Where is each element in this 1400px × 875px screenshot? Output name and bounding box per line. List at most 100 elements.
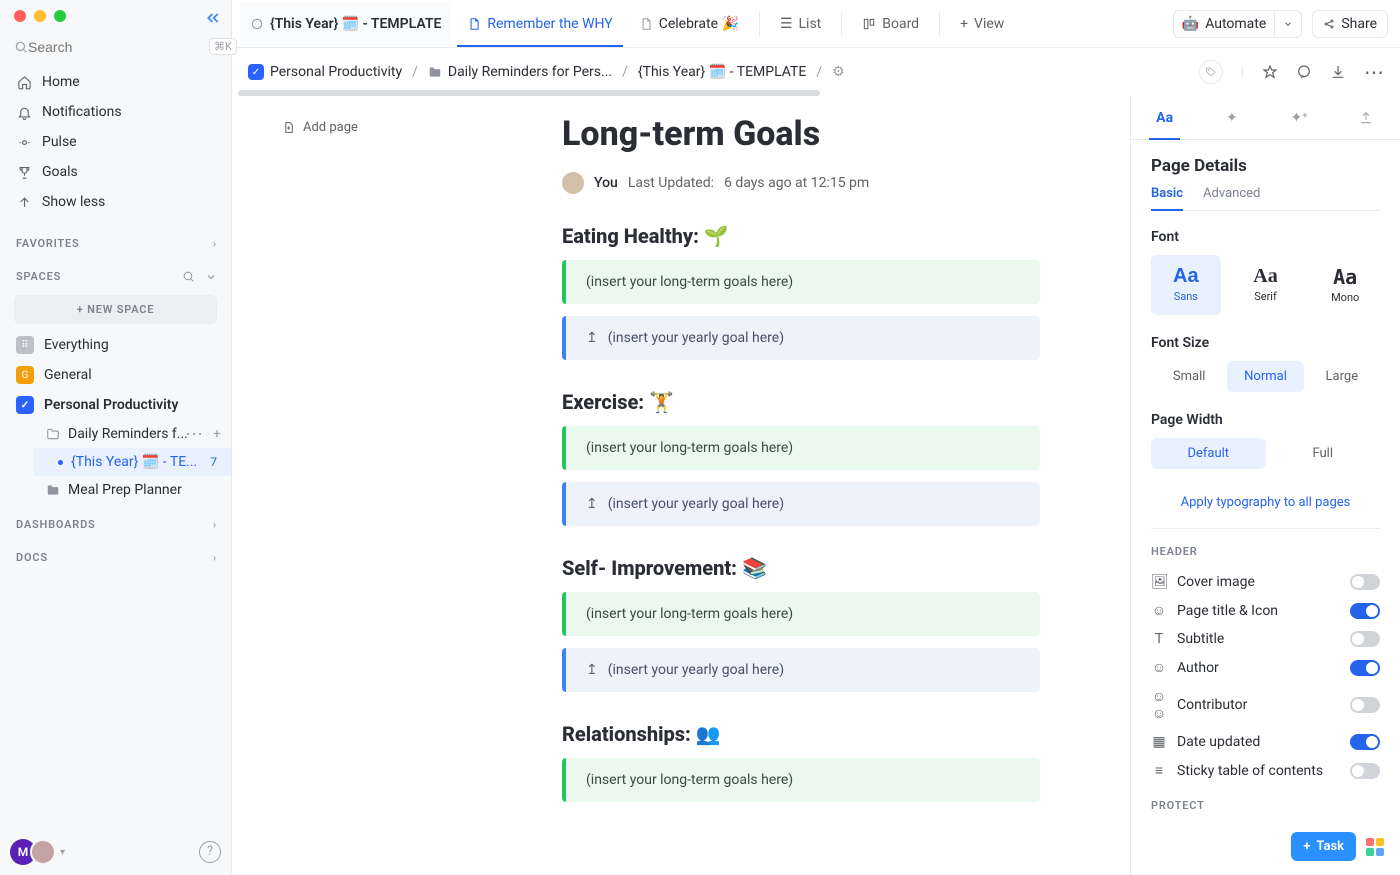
doc-icon bbox=[467, 17, 481, 31]
toggle-switch[interactable] bbox=[1350, 763, 1380, 779]
callout-yearly[interactable]: ↥(insert your yearly goal here) bbox=[562, 316, 1040, 360]
toggle-switch[interactable] bbox=[1350, 697, 1380, 713]
callout-yearly[interactable]: ↥(insert your yearly goal here) bbox=[562, 648, 1040, 692]
chevron-down-icon[interactable] bbox=[205, 271, 217, 283]
nav-notifications[interactable]: Notifications bbox=[0, 97, 231, 127]
folder-daily-reminders[interactable]: Daily Reminders f... ⋯ + bbox=[34, 420, 231, 448]
breadcrumb-folder[interactable]: Daily Reminders for Pers... bbox=[428, 64, 612, 80]
section-eating[interactable]: Eating Healthy: 🌱 bbox=[562, 224, 1040, 248]
toggle-author: ☺Author bbox=[1151, 653, 1380, 682]
automate-dropdown[interactable] bbox=[1275, 10, 1302, 38]
favorites-header[interactable]: FAVORITES› bbox=[0, 223, 231, 256]
size-large[interactable]: Large bbox=[1304, 361, 1380, 392]
font-sans[interactable]: AaSans bbox=[1151, 255, 1221, 315]
docs-header[interactable]: DOCS› bbox=[0, 537, 231, 570]
callout-longterm[interactable]: (insert your long-term goals here) bbox=[562, 260, 1040, 304]
more-icon[interactable]: ⋯ bbox=[1364, 60, 1384, 84]
share-label: Share bbox=[1341, 16, 1377, 32]
star-icon[interactable] bbox=[1262, 64, 1278, 80]
new-space-button[interactable]: + NEW SPACE bbox=[14, 295, 217, 324]
view-label: View bbox=[974, 16, 1004, 32]
separator: / bbox=[622, 64, 628, 80]
plus-icon: + bbox=[960, 16, 968, 32]
tab-this-year[interactable]: {This Year} 🗓️ - TEMPLATE bbox=[240, 2, 451, 46]
search-input[interactable] bbox=[28, 39, 209, 55]
tab-celebrate[interactable]: Celebrate 🎉 bbox=[629, 2, 749, 46]
add-page-button[interactable]: Add page bbox=[282, 120, 358, 135]
breadcrumb-doc[interactable]: {This Year} 🗓️ - TEMPLATE bbox=[638, 64, 806, 80]
collapse-sidebar-icon[interactable] bbox=[205, 10, 221, 26]
space-personal[interactable]: ✓Personal Productivity bbox=[0, 390, 231, 420]
toggle-switch[interactable] bbox=[1350, 734, 1380, 750]
view-board[interactable]: Board bbox=[852, 2, 929, 46]
add-view[interactable]: + View bbox=[950, 2, 1014, 46]
callout-longterm[interactable]: (insert your long-term goals here) bbox=[562, 758, 1040, 802]
tab-remember-why[interactable]: Remember the WHY bbox=[457, 2, 622, 46]
subtab-basic[interactable]: Basic bbox=[1151, 186, 1183, 211]
search-row[interactable]: ⌘K bbox=[0, 32, 231, 61]
callout-yearly[interactable]: ↥(insert your yearly goal here) bbox=[562, 482, 1040, 526]
callout-longterm[interactable]: (insert your long-term goals here) bbox=[562, 592, 1040, 636]
subtab-advanced[interactable]: Advanced bbox=[1203, 186, 1260, 210]
breadcrumb-space[interactable]: ✓Personal Productivity bbox=[248, 64, 402, 80]
divider bbox=[841, 12, 842, 36]
spaces-header[interactable]: SPACES bbox=[0, 256, 231, 289]
apps-icon[interactable] bbox=[1366, 838, 1384, 856]
download-icon[interactable] bbox=[1330, 64, 1346, 80]
font-mono[interactable]: AaMono bbox=[1310, 255, 1380, 315]
close-window[interactable] bbox=[14, 10, 26, 22]
section-exercise[interactable]: Exercise: 🏋️ bbox=[562, 390, 1040, 414]
maximize-window[interactable] bbox=[54, 10, 66, 22]
page-title[interactable]: Long-term Goals bbox=[562, 114, 1070, 154]
chevron-down-icon[interactable]: ▾ bbox=[60, 847, 65, 858]
comment-icon[interactable] bbox=[1296, 64, 1312, 80]
minimize-window[interactable] bbox=[34, 10, 46, 22]
dashboards-label: DASHBOARDS bbox=[16, 518, 96, 531]
nav-home[interactable]: Home bbox=[0, 67, 231, 97]
bell-icon bbox=[16, 104, 32, 120]
space-personal-children: Daily Reminders f... ⋯ + {This Year} 🗓️ … bbox=[0, 420, 231, 504]
toggle-switch[interactable] bbox=[1350, 574, 1380, 590]
settings-icon[interactable]: ⚙ bbox=[832, 64, 845, 80]
nav-label: Goals bbox=[42, 164, 78, 180]
tag-icon[interactable] bbox=[1199, 60, 1223, 84]
rtab-export[interactable] bbox=[1333, 96, 1400, 139]
toggle-switch[interactable] bbox=[1350, 660, 1380, 676]
space-everything[interactable]: ⠿Everything bbox=[0, 330, 231, 360]
nav-label: Pulse bbox=[42, 134, 77, 150]
toggle-switch[interactable] bbox=[1350, 603, 1380, 619]
rtab-ai[interactable]: ✦ bbox=[1198, 96, 1265, 139]
spaces-label: SPACES bbox=[16, 270, 61, 283]
help-icon[interactable]: ? bbox=[199, 841, 221, 863]
new-task-button[interactable]: +Task bbox=[1291, 832, 1356, 861]
callout-longterm[interactable]: (insert your long-term goals here) bbox=[562, 426, 1040, 470]
folder-meal-prep[interactable]: Meal Prep Planner bbox=[34, 476, 231, 504]
share-button[interactable]: Share bbox=[1312, 10, 1388, 38]
space-general[interactable]: GGeneral bbox=[0, 360, 231, 390]
rtab-relations[interactable]: ✦⁺ bbox=[1266, 96, 1333, 139]
toggle-cover: 🖼Cover image bbox=[1151, 568, 1380, 596]
width-default[interactable]: Default bbox=[1151, 438, 1266, 469]
more-icon[interactable]: ⋯ bbox=[185, 424, 203, 445]
relations-icon: ✦⁺ bbox=[1290, 110, 1307, 126]
width-full[interactable]: Full bbox=[1266, 438, 1381, 469]
dashboards-header[interactable]: DASHBOARDS› bbox=[0, 504, 231, 537]
font-serif[interactable]: AaSerif bbox=[1231, 255, 1301, 315]
nav-pulse[interactable]: Pulse bbox=[0, 127, 231, 157]
rtab-typography[interactable]: Aa bbox=[1131, 96, 1198, 139]
size-normal[interactable]: Normal bbox=[1227, 361, 1303, 392]
section-relationships[interactable]: Relationships: 👥 bbox=[562, 722, 1040, 746]
search-spaces-icon[interactable] bbox=[182, 270, 195, 283]
doc-this-year[interactable]: {This Year} 🗓️ - TE... 7 bbox=[34, 448, 231, 476]
user-avatar[interactable] bbox=[30, 839, 56, 865]
size-small[interactable]: Small bbox=[1151, 361, 1227, 392]
view-list[interactable]: ☰List bbox=[770, 2, 831, 46]
section-self[interactable]: Self- Improvement: 📚 bbox=[562, 556, 1040, 580]
trophy-icon bbox=[16, 164, 32, 180]
toggle-switch[interactable] bbox=[1350, 631, 1380, 647]
nav-goals[interactable]: Goals bbox=[0, 157, 231, 187]
nav-showless[interactable]: Show less bbox=[0, 187, 231, 217]
automate-button[interactable]: 🤖Automate bbox=[1173, 10, 1303, 38]
apply-all-link[interactable]: Apply typography to all pages bbox=[1151, 489, 1380, 528]
plus-icon[interactable]: + bbox=[213, 426, 221, 442]
